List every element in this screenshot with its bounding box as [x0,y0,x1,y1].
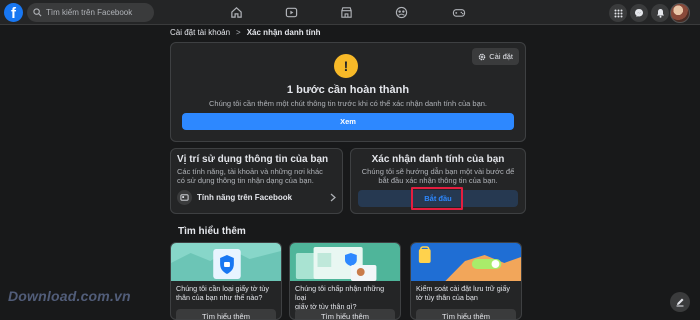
features-icon [177,190,192,205]
warning-icon: ! [334,54,358,78]
learn-more-title: Tìm hiểu thêm [178,226,246,237]
id-card-shield-illustration [171,243,281,281]
info-card-title: Vị trí sử dụng thông tin của bạn [177,154,329,165]
search-box[interactable] [27,3,154,22]
learn-card-storage-settings: Kiểm soát cài đặt lưu trữ giấy tờ tùy th… [410,242,522,320]
verify-card-description-line-2: bắt đầu xác nhận thông tin của bạn. [378,176,498,185]
learn-more-button[interactable]: Tìm hiểu thêm [295,309,395,319]
new-message-button[interactable] [670,292,690,312]
menu-grid-icon[interactable] [609,4,627,22]
chevron-right-icon[interactable] [330,193,336,202]
facebook-logo[interactable]: f [4,3,23,22]
watch-icon[interactable] [283,4,300,21]
settings-button[interactable]: Cài đặt [472,48,519,65]
facebook-features-label: Tính năng trên Facebook [197,193,293,202]
verify-identity-card: Xác nhận danh tính của bạn Chúng tôi sẽ … [350,148,526,214]
learn-card-text: Chúng tôi cần loại giấy tờ tùy thân của … [176,284,270,302]
search-icon [33,8,42,17]
breadcrumb-parent-link[interactable]: Cài đặt tài khoản [170,28,230,37]
start-button-highlight [411,187,463,210]
learn-card-accepted-ids: Chúng tôi chấp nhận những loại giấy tờ t… [289,242,401,320]
identity-status-card: Cài đặt ! 1 bước cần hoàn thành Chúng tô… [170,42,526,142]
facebook-features-link[interactable]: Tính năng trên Facebook [177,190,292,205]
status-description: Chúng tôi cần thêm một chút thông tin tr… [208,99,488,108]
gaming-icon[interactable] [450,4,467,21]
learn-card-text: Chúng tôi chấp nhận những loại giấy tờ t… [295,284,385,311]
verify-card-title: Xác nhận danh tính của bạn [371,154,505,165]
bell-icon[interactable] [651,4,669,22]
marketplace-icon[interactable] [338,4,355,21]
breadcrumb: Cài đặt tài khoản > Xác nhận danh tính [170,28,321,37]
home-icon[interactable] [228,4,245,21]
watermark: Download.com.vn [8,288,131,304]
edit-icon [676,298,684,307]
status-title: 1 bước cần hoàn thành [286,84,410,96]
search-input[interactable] [46,8,151,17]
learn-more-button[interactable]: Tìm hiểu thêm [416,309,516,319]
storage-settings-illustration [411,243,521,281]
view-button[interactable]: Xem [182,113,514,130]
info-card-description-line-2: có sử dụng thông tin nhận dạng của bạn. [177,176,314,185]
breadcrumb-current: Xác nhận danh tính [246,28,321,37]
settings-button-label: Cài đặt [489,52,513,61]
messenger-icon[interactable] [630,4,648,22]
learn-card-id-requirements: Chúng tôi cần loại giấy tờ tùy thân của … [170,242,282,320]
info-card-description-line-1: Các tính năng, tài khoản và những nơi kh… [177,167,323,176]
learn-more-button[interactable]: Tìm hiểu thêm [176,309,276,319]
groups-icon[interactable] [393,4,410,21]
breadcrumb-separator: > [236,28,241,37]
gear-icon [478,53,486,60]
learn-card-text: Kiểm soát cài đặt lưu trữ giấy tờ tùy th… [416,284,510,302]
avatar[interactable] [670,3,690,23]
verify-card-description-line-1: Chúng tôi sẽ hướng dẫn bạn một vài bước … [361,167,515,176]
accepted-ids-illustration [290,243,400,281]
info-usage-card: Vị trí sử dụng thông tin của bạn Các tín… [170,148,343,214]
top-navigation-bar: f [0,0,700,25]
